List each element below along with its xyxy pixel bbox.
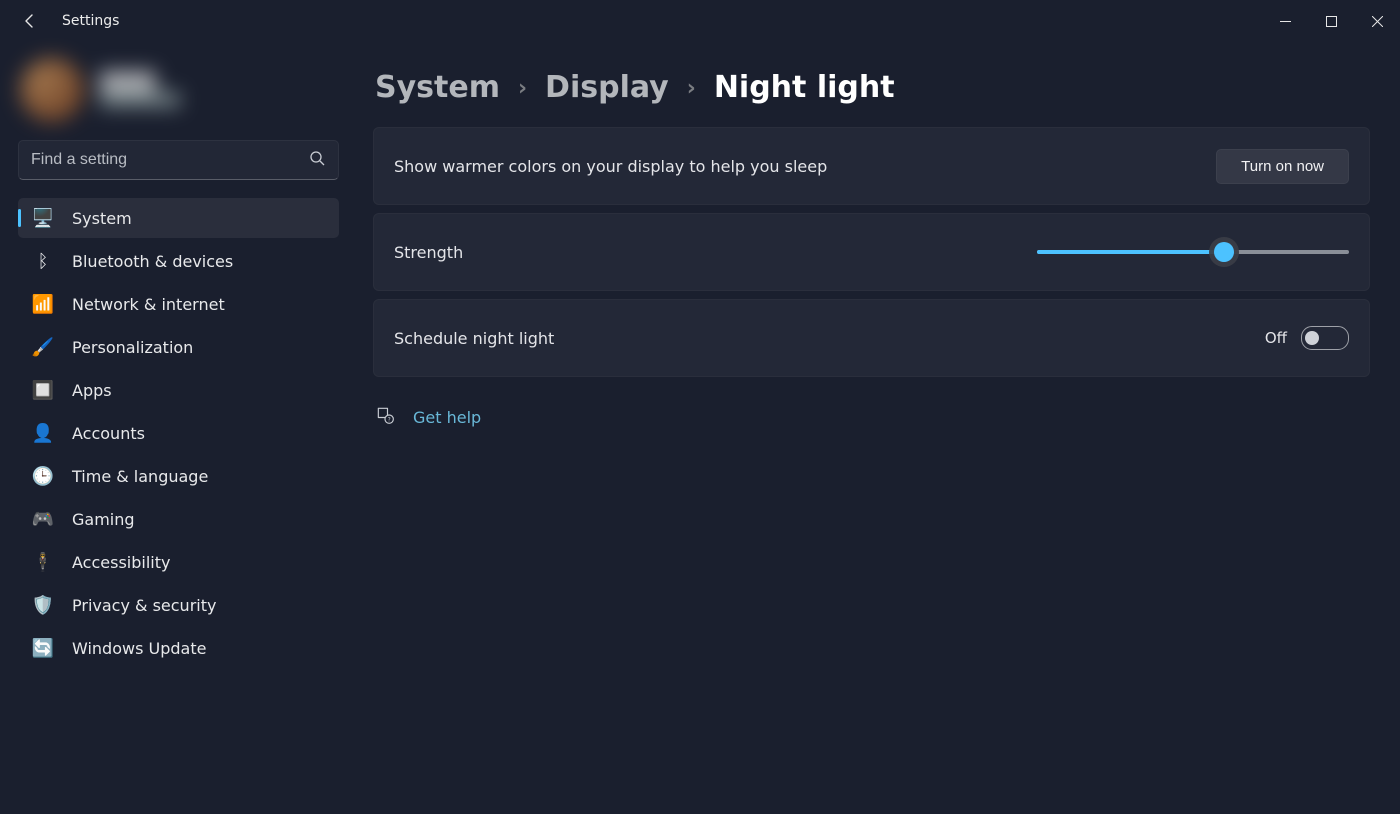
sidebar-item-label: Windows Update bbox=[72, 639, 206, 658]
time-language-icon: 🕒 bbox=[32, 465, 54, 487]
gaming-icon: 🎮 bbox=[32, 508, 54, 530]
breadcrumb-system[interactable]: System bbox=[375, 70, 500, 105]
slider-track bbox=[1037, 250, 1349, 254]
breadcrumb-display[interactable]: Display bbox=[545, 70, 669, 105]
sidebar-item-label: Accounts bbox=[72, 424, 145, 443]
schedule-toggle-wrap: Off bbox=[1265, 326, 1349, 350]
app-title: Settings bbox=[62, 13, 119, 29]
bluetooth-devices-icon: ᛒ bbox=[32, 250, 54, 272]
user-profile[interactable]: ████ ████████ bbox=[12, 48, 345, 140]
sidebar-item-network-internet[interactable]: 📶 Network & internet bbox=[18, 284, 339, 324]
sidebar-item-label: Gaming bbox=[72, 510, 135, 529]
sidebar-item-label: System bbox=[72, 209, 132, 228]
breadcrumb: System › Display › Night light bbox=[375, 70, 1370, 105]
schedule-card: Schedule night light Off bbox=[373, 299, 1370, 377]
chevron-right-icon: › bbox=[687, 76, 696, 101]
get-help-link[interactable]: Get help bbox=[413, 408, 481, 427]
strength-card: Strength bbox=[373, 213, 1370, 291]
sidebar-item-windows-update[interactable]: 🔄 Windows Update bbox=[18, 628, 339, 668]
schedule-label: Schedule night light bbox=[394, 329, 1265, 348]
help-row: ? Get help bbox=[375, 405, 1370, 429]
avatar bbox=[20, 58, 84, 122]
back-button[interactable] bbox=[20, 11, 40, 31]
help-icon: ? bbox=[375, 405, 395, 429]
description-text: Show warmer colors on your display to he… bbox=[394, 157, 1216, 176]
sidebar-item-personalization[interactable]: 🖌️ Personalization bbox=[18, 327, 339, 367]
page-title: Night light bbox=[714, 70, 895, 105]
sidebar-item-time-language[interactable]: 🕒 Time & language bbox=[18, 456, 339, 496]
sidebar-item-accounts[interactable]: 👤 Accounts bbox=[18, 413, 339, 453]
schedule-toggle[interactable] bbox=[1301, 326, 1349, 350]
accessibility-icon: 🕴️ bbox=[32, 551, 54, 573]
sidebar-item-label: Apps bbox=[72, 381, 112, 400]
title-bar: Settings bbox=[0, 0, 1400, 42]
chevron-right-icon: › bbox=[518, 76, 527, 101]
sidebar-item-apps[interactable]: 🔲 Apps bbox=[18, 370, 339, 410]
description-card: Show warmer colors on your display to he… bbox=[373, 127, 1370, 205]
main-content: System › Display › Night light Show warm… bbox=[355, 42, 1400, 814]
sidebar-item-accessibility[interactable]: 🕴️ Accessibility bbox=[18, 542, 339, 582]
strength-label: Strength bbox=[394, 243, 1037, 262]
close-button[interactable] bbox=[1354, 1, 1400, 41]
window-controls bbox=[1262, 0, 1400, 42]
windows-update-icon: 🔄 bbox=[32, 637, 54, 659]
personalization-icon: 🖌️ bbox=[32, 336, 54, 358]
turn-on-button[interactable]: Turn on now bbox=[1216, 149, 1349, 184]
svg-text:?: ? bbox=[388, 418, 391, 424]
sidebar-item-label: Network & internet bbox=[72, 295, 225, 314]
sidebar-item-gaming[interactable]: 🎮 Gaming bbox=[18, 499, 339, 539]
schedule-state-text: Off bbox=[1265, 329, 1287, 347]
search-wrapper bbox=[18, 140, 339, 180]
sidebar-item-label: Accessibility bbox=[72, 553, 170, 572]
sidebar-item-label: Bluetooth & devices bbox=[72, 252, 233, 271]
sidebar-item-system[interactable]: 🖥️ System bbox=[18, 198, 339, 238]
sidebar-item-label: Privacy & security bbox=[72, 596, 216, 615]
accounts-icon: 👤 bbox=[32, 422, 54, 444]
sidebar-item-label: Time & language bbox=[72, 467, 208, 486]
search-input[interactable] bbox=[18, 140, 339, 180]
slider-thumb[interactable] bbox=[1214, 242, 1234, 262]
sidebar-item-bluetooth-devices[interactable]: ᛒ Bluetooth & devices bbox=[18, 241, 339, 281]
strength-slider[interactable] bbox=[1037, 238, 1349, 266]
apps-icon: 🔲 bbox=[32, 379, 54, 401]
nav-list: 🖥️ System ᛒ Bluetooth & devices 📶 Network & i… bbox=[12, 198, 345, 668]
toggle-knob bbox=[1305, 331, 1319, 345]
maximize-button[interactable] bbox=[1308, 1, 1354, 41]
slider-fill bbox=[1037, 250, 1224, 254]
sidebar-item-label: Personalization bbox=[72, 338, 193, 357]
privacy-security-icon: 🛡️ bbox=[32, 594, 54, 616]
sidebar: ████ ████████ 🖥️ System ᛒ Bluetooth & devic… bbox=[0, 42, 355, 814]
system-icon: 🖥️ bbox=[32, 207, 54, 229]
sidebar-item-privacy-security[interactable]: 🛡️ Privacy & security bbox=[18, 585, 339, 625]
network-internet-icon: 📶 bbox=[32, 293, 54, 315]
minimize-button[interactable] bbox=[1262, 1, 1308, 41]
